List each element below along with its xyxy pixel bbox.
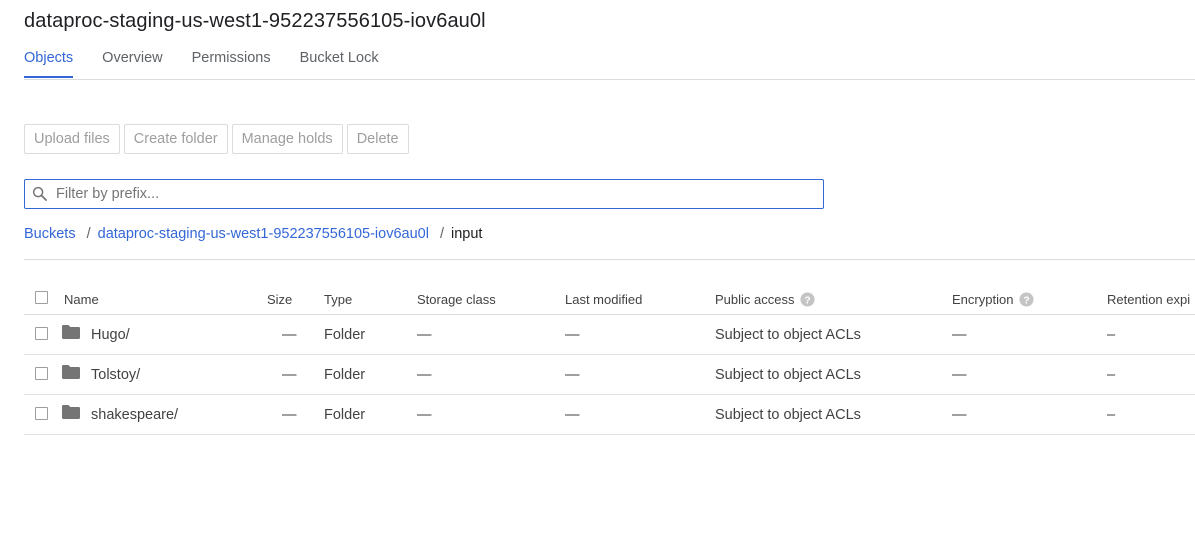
upload-files-button[interactable]: Upload files [24,124,120,154]
table-row: shakespeare/ — Folder — — Subject to obj… [24,395,1195,435]
public-access-label[interactable]: Public access [715,292,794,307]
tabs-divider [24,79,1195,80]
object-name-link[interactable]: Tolstoy/ [91,367,140,383]
storage-class-cell: — [417,327,432,343]
row-checkbox[interactable] [35,367,48,380]
table-row: Tolstoy/ — Folder — — Subject to object … [24,355,1195,395]
tab-objects[interactable]: Objects [24,48,74,78]
select-all-checkbox[interactable] [35,291,48,304]
table-row: Hugo/ — Folder — — Subject to object ACL… [24,315,1195,355]
encryption-label[interactable]: Encryption [952,292,1013,307]
last-modified-cell: — [565,367,580,383]
type-cell: Folder [324,367,366,383]
last-modified-cell: — [565,407,580,423]
type-cell: Folder [324,327,366,343]
storage-class-cell: — [417,407,432,423]
filter-box [24,179,824,209]
objects-table: Name Size Type Storage class Last modifi… [24,284,1195,435]
retention-cell: – [1107,367,1116,383]
column-header-size[interactable]: Size [267,292,292,307]
svg-text:?: ? [805,295,811,306]
help-icon[interactable]: ? [800,292,816,307]
manage-holds-button[interactable]: Manage holds [231,124,343,154]
breadcrumb-separator: / [439,226,444,242]
object-name-link[interactable]: shakespeare/ [91,407,178,423]
breadcrumb-divider [24,259,1195,260]
encryption-cell: — [952,367,967,383]
column-header-name[interactable]: Name [64,292,99,307]
tab-permissions[interactable]: Permissions [192,48,271,76]
size-cell: — [282,407,297,423]
breadcrumb-bucket-link[interactable]: dataproc-staging-us-west1-952237556105-i… [98,226,429,242]
breadcrumb-buckets-link[interactable]: Buckets [24,226,76,242]
object-name-link[interactable]: Hugo/ [91,327,130,343]
create-folder-button[interactable]: Create folder [123,124,228,154]
search-icon [32,186,47,201]
help-icon[interactable]: ? [1019,292,1034,307]
storage-class-cell: — [417,367,432,383]
tab-bucket-lock[interactable]: Bucket Lock [300,48,379,76]
public-access-cell: Subject to object ACLs [715,327,861,343]
folder-icon [62,365,80,379]
row-checkbox[interactable] [35,407,48,420]
breadcrumb-current: input [450,226,483,242]
column-header-retention[interactable]: Retention expi [1107,292,1190,307]
type-cell: Folder [324,407,366,423]
encryption-cell: — [952,327,967,343]
encryption-cell: — [952,407,967,423]
tab-overview[interactable]: Overview [102,48,162,76]
filter-input[interactable] [56,183,806,205]
column-header-public-access: Public access? [715,292,816,307]
column-header-encryption: Encryption? [952,292,1034,307]
folder-icon [62,405,80,419]
table-header: Name Size Type Storage class Last modifi… [24,284,1195,315]
retention-cell: – [1107,327,1116,343]
delete-button[interactable]: Delete [346,124,409,154]
retention-cell: – [1107,407,1116,423]
last-modified-cell: — [565,327,580,343]
size-cell: — [282,327,297,343]
breadcrumb-separator: / [86,226,91,242]
toolbar: Upload files Create folder Manage holds … [24,124,413,154]
folder-icon [62,325,80,339]
column-header-storage-class[interactable]: Storage class [417,292,496,307]
column-header-type[interactable]: Type [324,292,352,307]
bucket-title: dataproc-staging-us-west1-952237556105-i… [24,10,486,32]
public-access-cell: Subject to object ACLs [715,407,861,423]
svg-text:?: ? [1024,295,1030,306]
breadcrumb: Buckets / dataproc-staging-us-west1-952237… [24,226,482,242]
row-checkbox[interactable] [35,327,48,340]
column-header-last-modified[interactable]: Last modified [565,292,642,307]
public-access-cell: Subject to object ACLs [715,367,861,383]
tab-bar: Objects Overview Permissions Bucket Lock [24,48,408,79]
size-cell: — [282,367,297,383]
